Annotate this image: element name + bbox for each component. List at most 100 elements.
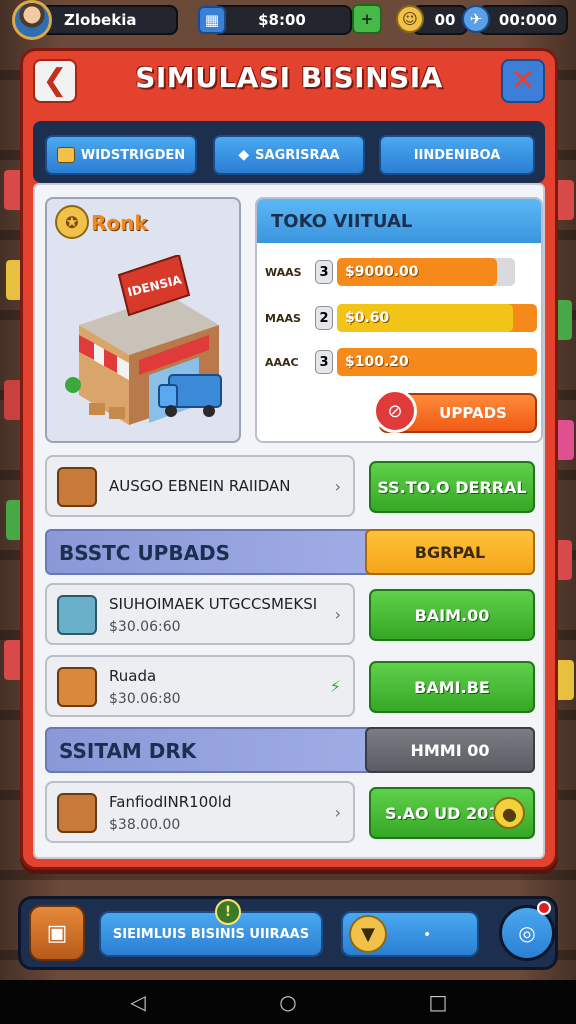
tab-iindeniboa[interactable]: IINDENIBOA — [379, 135, 535, 175]
money-pill: $8:00 — [212, 5, 352, 35]
stat-value: $9000.00 — [345, 264, 419, 280]
rank-card[interactable]: ✪ Ronk IDENSIA — [45, 197, 241, 443]
section-system-button[interactable]: HMMI 00 — [365, 727, 535, 773]
tab-widstrigden[interactable]: WIDSTRIGDEN — [45, 135, 197, 175]
close-icon: ✕ — [510, 63, 536, 98]
gems-value: 00 — [434, 11, 456, 29]
item-title: FanfiodINR100ld — [109, 793, 232, 811]
treasure-chest-icon — [57, 467, 97, 507]
stat-label: MAAS — [265, 311, 301, 325]
player-avatar[interactable] — [12, 0, 52, 40]
stat-bar-fill: $9000.00 — [337, 258, 497, 286]
tab-label: IINDENIBOA — [413, 147, 501, 163]
stat-bar-fill: $0.60 — [337, 304, 513, 332]
produce-crate-icon — [57, 667, 97, 707]
stat-level: 3 — [315, 350, 333, 374]
rank-badge-icon: ✪ — [55, 205, 89, 239]
button-label: BGRPAL — [414, 542, 486, 562]
box-icon — [57, 595, 97, 635]
trophy-button[interactable]: ▼ • — [341, 911, 479, 957]
stat-label: AAAC — [265, 355, 299, 369]
system-nav-bar: ◁ ○ □ — [0, 980, 576, 1024]
stat-label: WAAS — [265, 265, 302, 279]
chevron-right-icon: › — [334, 605, 341, 624]
tab-label: SAGRISRAA — [255, 147, 340, 163]
bottom-bar: ▣ ! SIEIMLUIS BISINIS UIIRAAS ▼ • ◎ — [18, 896, 558, 970]
nav-recents-icon[interactable]: □ — [424, 988, 452, 1016]
list-item[interactable]: FanfiodINR100ld $38.00.00 › — [45, 781, 355, 843]
vegetable-crate-icon — [57, 793, 97, 833]
inventory-button[interactable]: ▣ — [29, 905, 85, 961]
buy-button[interactable]: BAMI.BE — [369, 661, 535, 713]
money-value: $8:00 — [258, 11, 306, 29]
list-item[interactable]: Ruada $30.06:80 ⚡ — [45, 655, 355, 717]
coin-icon: ● — [493, 797, 525, 829]
coin-icon: ✈ — [462, 5, 490, 33]
status-bar: Zlobekia ▦ $8:00 + ☺ 00 ✈ 00:000 — [0, 0, 576, 40]
list-item[interactable]: SIUHOIMAEK UTGCCSMEKSI $30.06:60 › — [45, 583, 355, 645]
close-button[interactable]: ✕ — [501, 59, 545, 103]
virtual-store-title: TOKO VIITUAL — [257, 199, 541, 243]
buy-button[interactable]: BAIM.00 — [369, 589, 535, 641]
chevron-right-icon: › — [334, 477, 341, 496]
gem-icon: ☺ — [396, 5, 424, 33]
lightning-icon: ⚡ — [329, 677, 341, 696]
trophy-icon: ▼ — [349, 915, 387, 953]
section-upgrades-button[interactable]: BGRPAL — [365, 529, 535, 575]
audit-action-button[interactable]: SS.TO.O DERRAL — [369, 461, 535, 513]
box-icon: ▣ — [46, 920, 68, 946]
page-title: SIMULASI BISINSIA — [135, 61, 443, 94]
tag-icon: ◆ — [238, 147, 250, 163]
upgrade-label: UPPADS — [439, 404, 507, 422]
chevron-right-icon: › — [334, 803, 341, 822]
nav-home-icon[interactable]: ○ — [274, 988, 302, 1016]
audit-row[interactable]: AUSGO EBNEIN RAIIDAN › — [45, 455, 355, 517]
button-label: HMMI 00 — [410, 740, 490, 760]
badge-label: ! — [224, 904, 232, 920]
stat-value: $100.20 — [345, 354, 409, 370]
add-money-button[interactable]: + — [352, 4, 382, 34]
nav-back-icon[interactable]: ◁ — [124, 988, 152, 1016]
section-upgrades: BSSTC UPBADS BGRPAL — [45, 529, 535, 575]
section-title: BSSTC UPBADS — [59, 541, 231, 565]
audit-title: AUSGO EBNEIN RAIIDAN — [109, 477, 291, 495]
content-area: ✪ Ronk IDENSIA TOKO VIITUAL WAAS 3 $9000… — [33, 183, 545, 859]
buy-button[interactable]: S.AO UD 2013 ● — [369, 787, 535, 839]
stat-value: $0.60 — [345, 310, 390, 326]
stat-row: MAAS 2 $0.60 — [265, 303, 537, 333]
item-title: SIUHOIMAEK UTGCCSMEKSI — [109, 595, 318, 613]
button-label: BAIM.00 — [414, 605, 490, 625]
item-title: Ruada — [109, 667, 157, 685]
stat-bar-track: $0.60 — [337, 304, 537, 332]
player-name: Zlobekia — [64, 11, 137, 29]
dot-icon: • — [423, 927, 432, 943]
business-panel: ❮ SIMULASI BISINSIA ✕ WIDSTRIGDEN ◆ SAGR… — [20, 48, 558, 870]
item-price: $30.06:60 — [109, 619, 181, 635]
business-simulation-button[interactable]: ! SIEIMLUIS BISINIS UIIRAAS — [99, 899, 323, 957]
player-name-pill[interactable]: Zlobekia — [40, 5, 178, 35]
coins-pill: 00:000 — [478, 5, 568, 35]
stat-level: 2 — [315, 306, 333, 330]
money-icon: ▦ — [198, 6, 226, 34]
button-label: SIEIMLUIS BISINIS UIIRAAS — [112, 926, 310, 942]
stat-row: WAAS 3 $9000.00 — [265, 257, 515, 287]
tab-bar: WIDSTRIGDEN ◆ SAGRISRAA IINDENIBOA — [33, 121, 545, 183]
virtual-store-card: TOKO VIITUAL WAAS 3 $9000.00 MAAS 2 $0.6… — [255, 197, 543, 443]
stat-level: 3 — [315, 260, 333, 284]
section-title: SSITAM DRK — [59, 739, 197, 763]
stat-bar-fill: $100.20 — [337, 348, 537, 376]
rank-label: Ronk — [91, 211, 148, 235]
stat-bar-track: $100.20 — [337, 348, 537, 376]
robot-icon: ◎ — [518, 921, 536, 945]
tab-label: WIDSTRIGDEN — [80, 147, 186, 163]
alert-badge: ! — [215, 899, 241, 925]
upgrade-no-entry-icon: ⊘ — [373, 389, 417, 433]
stat-bar-track: $9000.00 — [337, 258, 515, 286]
coins-value: 00:000 — [498, 11, 558, 29]
item-price: $38.00.00 — [109, 817, 181, 833]
stat-row: AAAC 3 $100.20 — [265, 347, 537, 377]
section-system: SSITAM DRK HMMI 00 — [45, 727, 535, 773]
button-label: BAMI.BE — [414, 677, 490, 697]
tab-sagrisraa[interactable]: ◆ SAGRISRAA — [213, 135, 365, 175]
button-label: SS.TO.O DERRAL — [377, 477, 527, 497]
